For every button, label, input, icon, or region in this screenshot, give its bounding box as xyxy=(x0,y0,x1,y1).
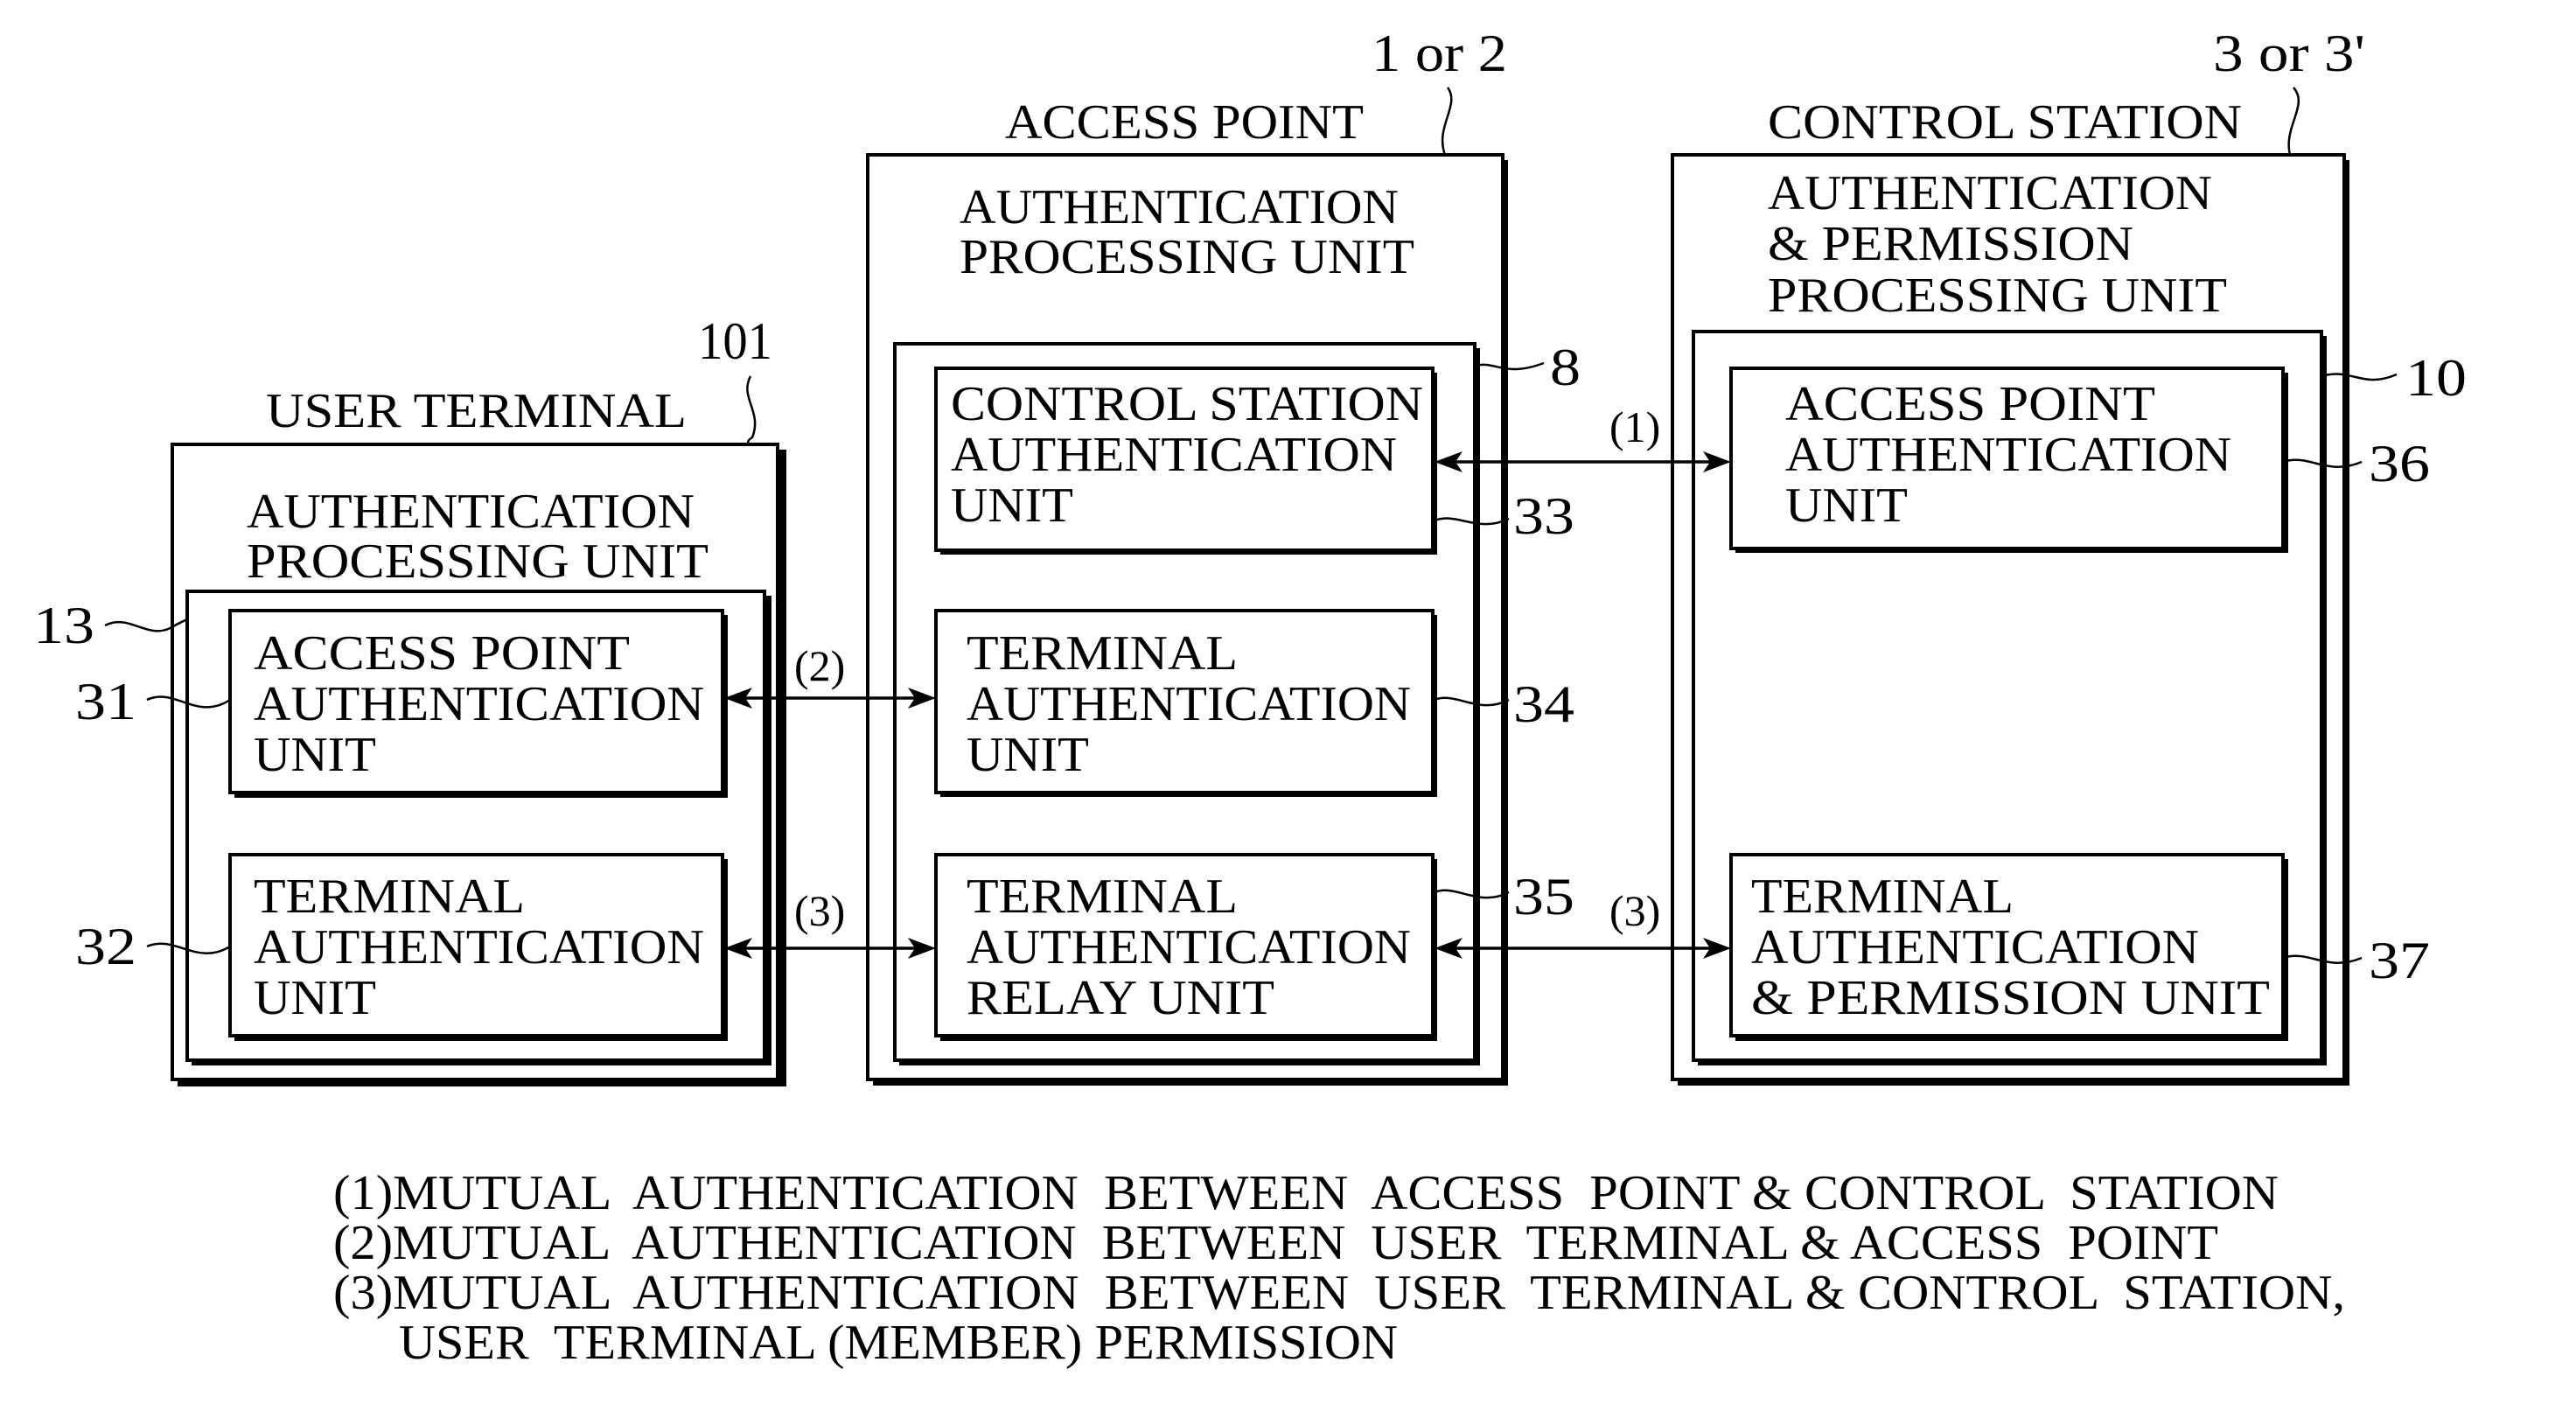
access-point-proc-line-2: PROCESSING UNIT xyxy=(960,230,1414,284)
unit-32-line-1: TERMINAL xyxy=(254,870,525,924)
unit-36-line-1: ACCESS POINT xyxy=(1785,377,2155,431)
unit-31-line-1: ACCESS POINT xyxy=(254,626,630,681)
legend: (1)MUTUAL AUTHENTICATION BETWEEN ACCESS … xyxy=(333,1166,2345,1370)
unit-36-line-3: UNIT xyxy=(1785,478,1908,533)
ref-8: 8 xyxy=(1550,339,1581,396)
control-station-ref: 3 or 3' xyxy=(2213,24,2365,82)
unit-34-line-1: TERMINAL xyxy=(967,626,1238,681)
ref-31: 31 xyxy=(75,673,136,730)
ref-32: 32 xyxy=(75,918,136,975)
unit-34-line-2: AUTHENTICATION xyxy=(967,677,1411,731)
ref-37: 37 xyxy=(2369,932,2430,989)
legend-item-3-continued: USER TERMINAL (MEMBER) PERMISSION xyxy=(399,1316,1398,1370)
access-point-leader xyxy=(1441,87,1453,156)
unit-37-line-2: AUTHENTICATION xyxy=(1751,920,2199,974)
legend-item-2: (2)MUTUAL AUTHENTICATION BETWEEN USER TE… xyxy=(333,1216,2218,1270)
user-terminal-proc-line-2: PROCESSING UNIT xyxy=(247,534,709,589)
ref-35: 35 xyxy=(1513,868,1574,926)
unit-32-line-3: UNIT xyxy=(254,971,376,1025)
unit-35-line-3: RELAY UNIT xyxy=(967,971,1274,1025)
connection-3a-label: (3) xyxy=(794,886,845,935)
unit-35-line-2: AUTHENTICATION xyxy=(967,920,1411,974)
unit-37-line-1: TERMINAL xyxy=(1751,870,2014,924)
user-terminal-title: USER TERMINAL xyxy=(266,384,687,438)
unit-35-line-1: TERMINAL xyxy=(967,870,1238,924)
access-point-device: ACCESS POINT 1 or 2 AUTHENTICATION PROCE… xyxy=(866,24,1581,1086)
connection-2-label: (2) xyxy=(794,641,845,690)
ref-34: 34 xyxy=(1513,675,1574,733)
unit-33-line-1: CONTROL STATION xyxy=(951,377,1423,431)
access-point-title: ACCESS POINT xyxy=(1005,95,1364,150)
legend-item-1: (1)MUTUAL AUTHENTICATION BETWEEN ACCESS … xyxy=(333,1166,2279,1220)
access-point-ref: 1 or 2 xyxy=(1372,24,1507,82)
unit-31-line-3: UNIT xyxy=(254,728,376,782)
unit-33-line-3: UNIT xyxy=(951,478,1073,533)
control-station-proc-line-3: PROCESSING UNIT xyxy=(1768,269,2227,323)
ref-33: 33 xyxy=(1513,487,1574,545)
unit-37-line-3: & PERMISSION UNIT xyxy=(1751,971,2270,1025)
user-terminal-leader xyxy=(746,375,757,446)
control-station-leader xyxy=(2287,87,2300,156)
connection-3b-label: (3) xyxy=(1609,886,1660,935)
user-terminal-ref: 101 xyxy=(698,312,772,370)
ref-36: 36 xyxy=(2369,435,2430,492)
control-station-proc-line-2: & PERMISSION xyxy=(1768,217,2133,271)
user-terminal-device: USER TERMINAL 101 AUTHENTICATION PROCESS… xyxy=(33,312,786,1086)
control-station-proc-line-1: AUTHENTICATION xyxy=(1768,166,2212,220)
unit-31-line-2: AUTHENTICATION xyxy=(254,677,704,731)
control-station-title: CONTROL STATION xyxy=(1768,95,2242,150)
ref-10: 10 xyxy=(2405,349,2467,407)
unit-36-line-2: AUTHENTICATION xyxy=(1785,428,2231,482)
connection-1-label: (1) xyxy=(1609,402,1660,451)
access-point-proc-line-1: AUTHENTICATION xyxy=(960,180,1399,234)
legend-item-3: (3)MUTUAL AUTHENTICATION BETWEEN USER TE… xyxy=(333,1266,2345,1320)
control-station-device: CONTROL STATION 3 or 3' AUTHENTICATION &… xyxy=(1671,24,2467,1086)
unit-33-line-2: AUTHENTICATION xyxy=(951,428,1397,482)
authentication-system-diagram: USER TERMINAL 101 AUTHENTICATION PROCESS… xyxy=(33,24,2467,1370)
unit-32-line-2: AUTHENTICATION xyxy=(254,920,704,974)
unit-34-line-3: UNIT xyxy=(967,728,1089,782)
user-terminal-proc-line-1: AUTHENTICATION xyxy=(247,485,695,539)
ref-13: 13 xyxy=(33,597,94,654)
